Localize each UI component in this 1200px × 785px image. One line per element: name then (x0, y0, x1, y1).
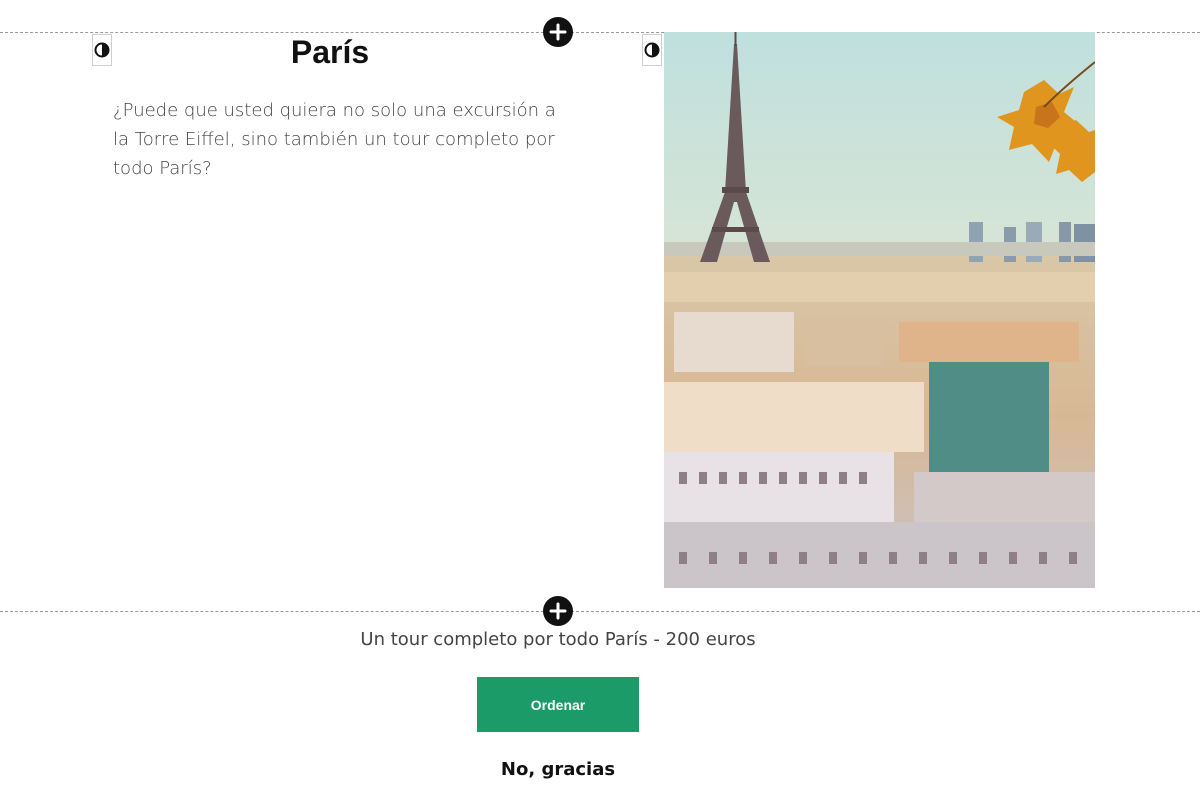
offer-price-text: Un tour completo por todo París - 200 eu… (360, 629, 756, 650)
add-section-top-button[interactable] (543, 17, 573, 47)
paris-eiffel-tower-photo (664, 32, 1095, 588)
image-block-contrast-toggle[interactable] (642, 34, 662, 66)
decline-link[interactable]: No, gracias (0, 756, 1116, 784)
section-title: París (290, 34, 370, 70)
plus-icon (549, 602, 567, 620)
contrast-icon (644, 42, 660, 58)
bottom-section-divider (0, 611, 1200, 612)
plus-icon (549, 23, 567, 41)
section-description: ¿Puede que usted quiera no solo una excu… (113, 100, 556, 179)
add-section-bottom-button[interactable] (543, 596, 573, 626)
text-block-contrast-toggle[interactable] (92, 34, 112, 66)
order-button[interactable]: Ordenar (477, 677, 639, 732)
contrast-icon (94, 42, 110, 58)
